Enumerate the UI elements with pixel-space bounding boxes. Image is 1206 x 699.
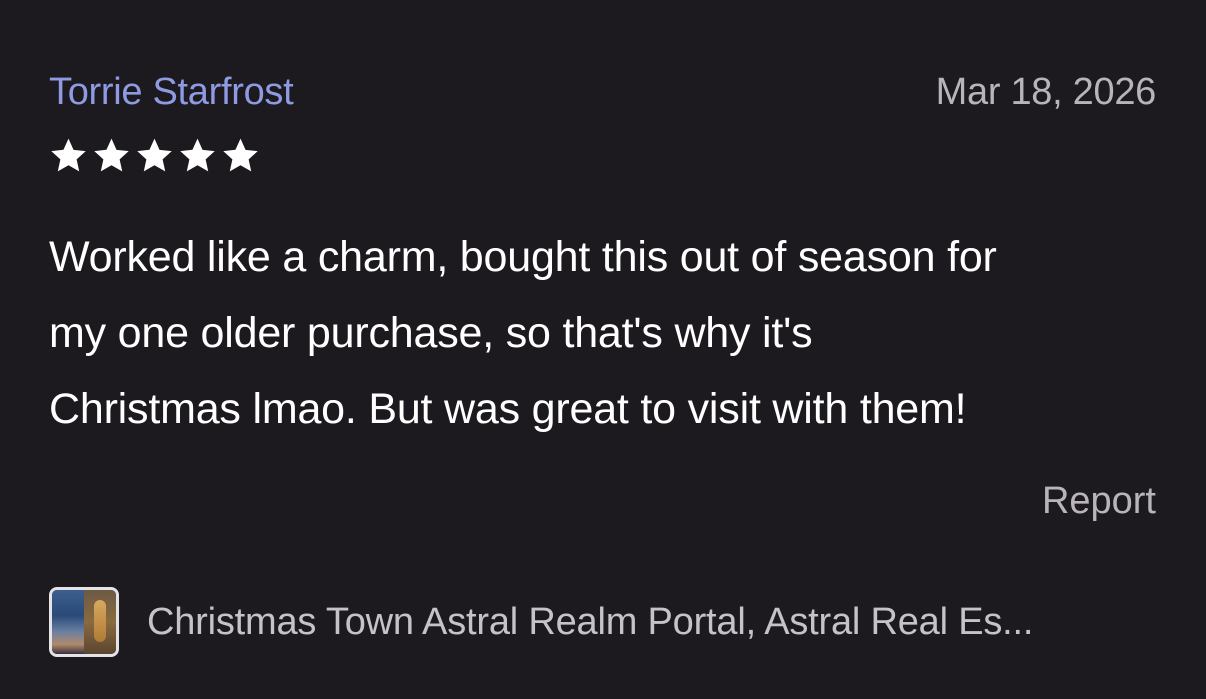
review-card: Torrie Starfrost Mar 18, 2026 Worked lik… [0, 0, 1206, 699]
reviewer-name[interactable]: Torrie Starfrost [49, 70, 294, 114]
review-date: Mar 18, 2026 [935, 71, 1157, 113]
listing-thumbnail-photo [84, 590, 116, 654]
star-icon [49, 136, 88, 175]
star-icon [178, 136, 217, 175]
review-text-line: Christmas lmao. But was great to visit w… [49, 385, 967, 433]
star-icon [92, 136, 131, 175]
listing-thumbnail[interactable] [49, 587, 119, 657]
listing-link[interactable]: Christmas Town Astral Realm Portal, Astr… [49, 584, 1159, 660]
star-icon [221, 136, 260, 175]
review-text-line: my one older purchase, so that's why it'… [49, 309, 813, 357]
star-rating [49, 136, 260, 176]
report-button[interactable]: Report [1042, 477, 1156, 525]
review-text: Worked like a charm, bought this out of … [49, 219, 1159, 447]
listing-thumbnail-photo [52, 590, 84, 654]
listing-title[interactable]: Christmas Town Astral Realm Portal, Astr… [147, 600, 1033, 644]
review-text-line: Worked like a charm, bought this out of … [49, 233, 997, 281]
star-icon [135, 136, 174, 175]
